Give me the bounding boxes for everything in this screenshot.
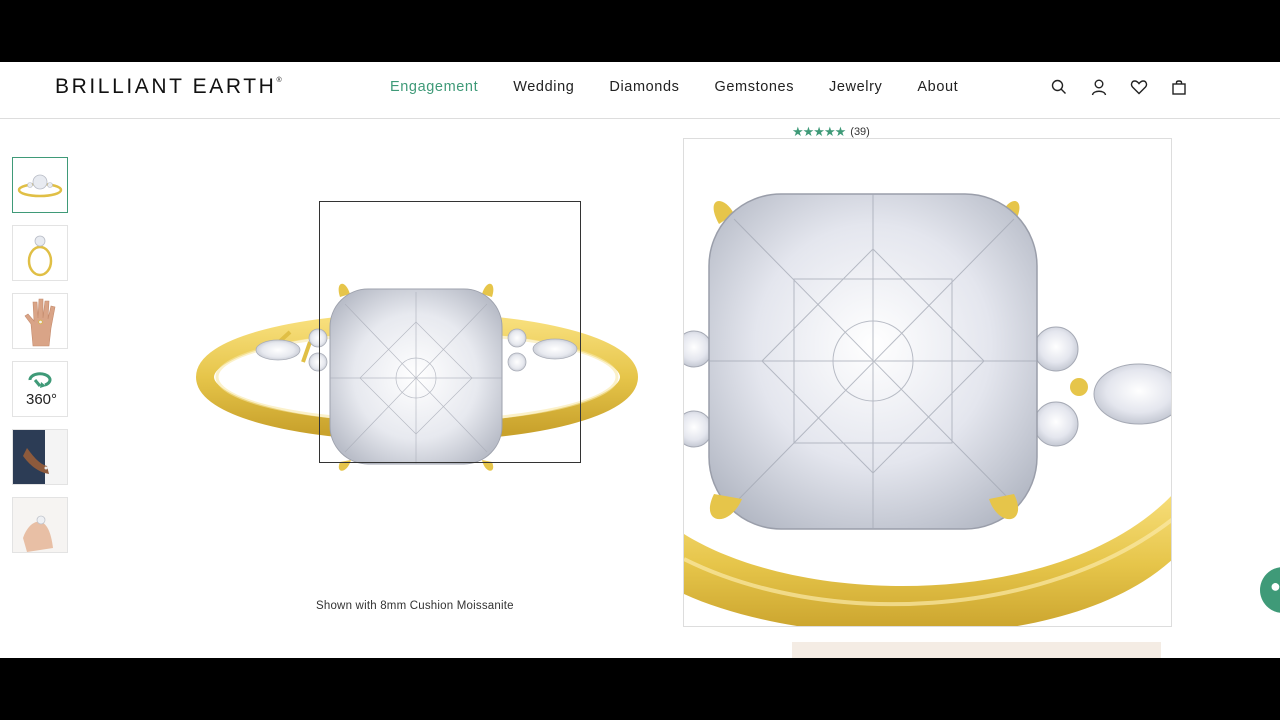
thumb-ring-front[interactable]: [12, 157, 68, 213]
image-caption: Shown with 8mm Cushion Moissanite: [316, 600, 514, 612]
chat-icon: ●: [1270, 576, 1280, 596]
product-page: BRILLIANT EARTH® Engagement Wedding Diam…: [0, 62, 1280, 658]
image-thumbnails: 360°: [12, 157, 68, 565]
model-photo-icon: [13, 430, 67, 484]
zoomed-ring-image: [684, 193, 1171, 626]
site-header: BRILLIANT EARTH® Engagement Wedding Diam…: [0, 62, 1280, 119]
rating-count: (39): [850, 126, 870, 138]
ring-front-icon: [17, 174, 63, 198]
thumb-hand[interactable]: [12, 293, 68, 349]
nav-gemstones[interactable]: Gemstones: [715, 79, 795, 95]
nav-diamonds[interactable]: Diamonds: [609, 79, 679, 95]
main-nav: Engagement Wedding Diamonds Gemstones Je…: [390, 79, 993, 95]
nav-jewelry[interactable]: Jewelry: [829, 79, 882, 95]
wishlist-heart-icon[interactable]: [1130, 78, 1148, 96]
shopping-bag-icon[interactable]: [1170, 78, 1188, 96]
chat-button[interactable]: ●: [1260, 567, 1280, 613]
header-icons: [1050, 78, 1188, 96]
brand-name: BRILLIANT EARTH: [55, 75, 277, 98]
hand-held-ring-icon: [13, 498, 67, 552]
brand-mark: ®: [276, 77, 282, 84]
below-content-card: [792, 642, 1161, 658]
zoom-lens[interactable]: [319, 201, 581, 463]
account-icon[interactable]: [1090, 78, 1108, 96]
ring-side-icon: [27, 235, 53, 277]
thumb-360[interactable]: 360°: [12, 361, 68, 417]
thumb-ring-side[interactable]: [12, 225, 68, 281]
thumb-model[interactable]: [12, 429, 68, 485]
thumb-hand-held[interactable]: [12, 497, 68, 553]
hand-icon: [24, 298, 56, 347]
nav-wedding[interactable]: Wedding: [513, 79, 574, 95]
brand-logo[interactable]: BRILLIANT EARTH®: [55, 75, 282, 99]
thumb-360-label: 360°: [26, 391, 58, 408]
zoom-preview-panel: [683, 138, 1172, 627]
search-icon[interactable]: [1050, 78, 1068, 96]
nav-engagement[interactable]: Engagement: [390, 79, 478, 95]
nav-about[interactable]: About: [917, 79, 958, 95]
